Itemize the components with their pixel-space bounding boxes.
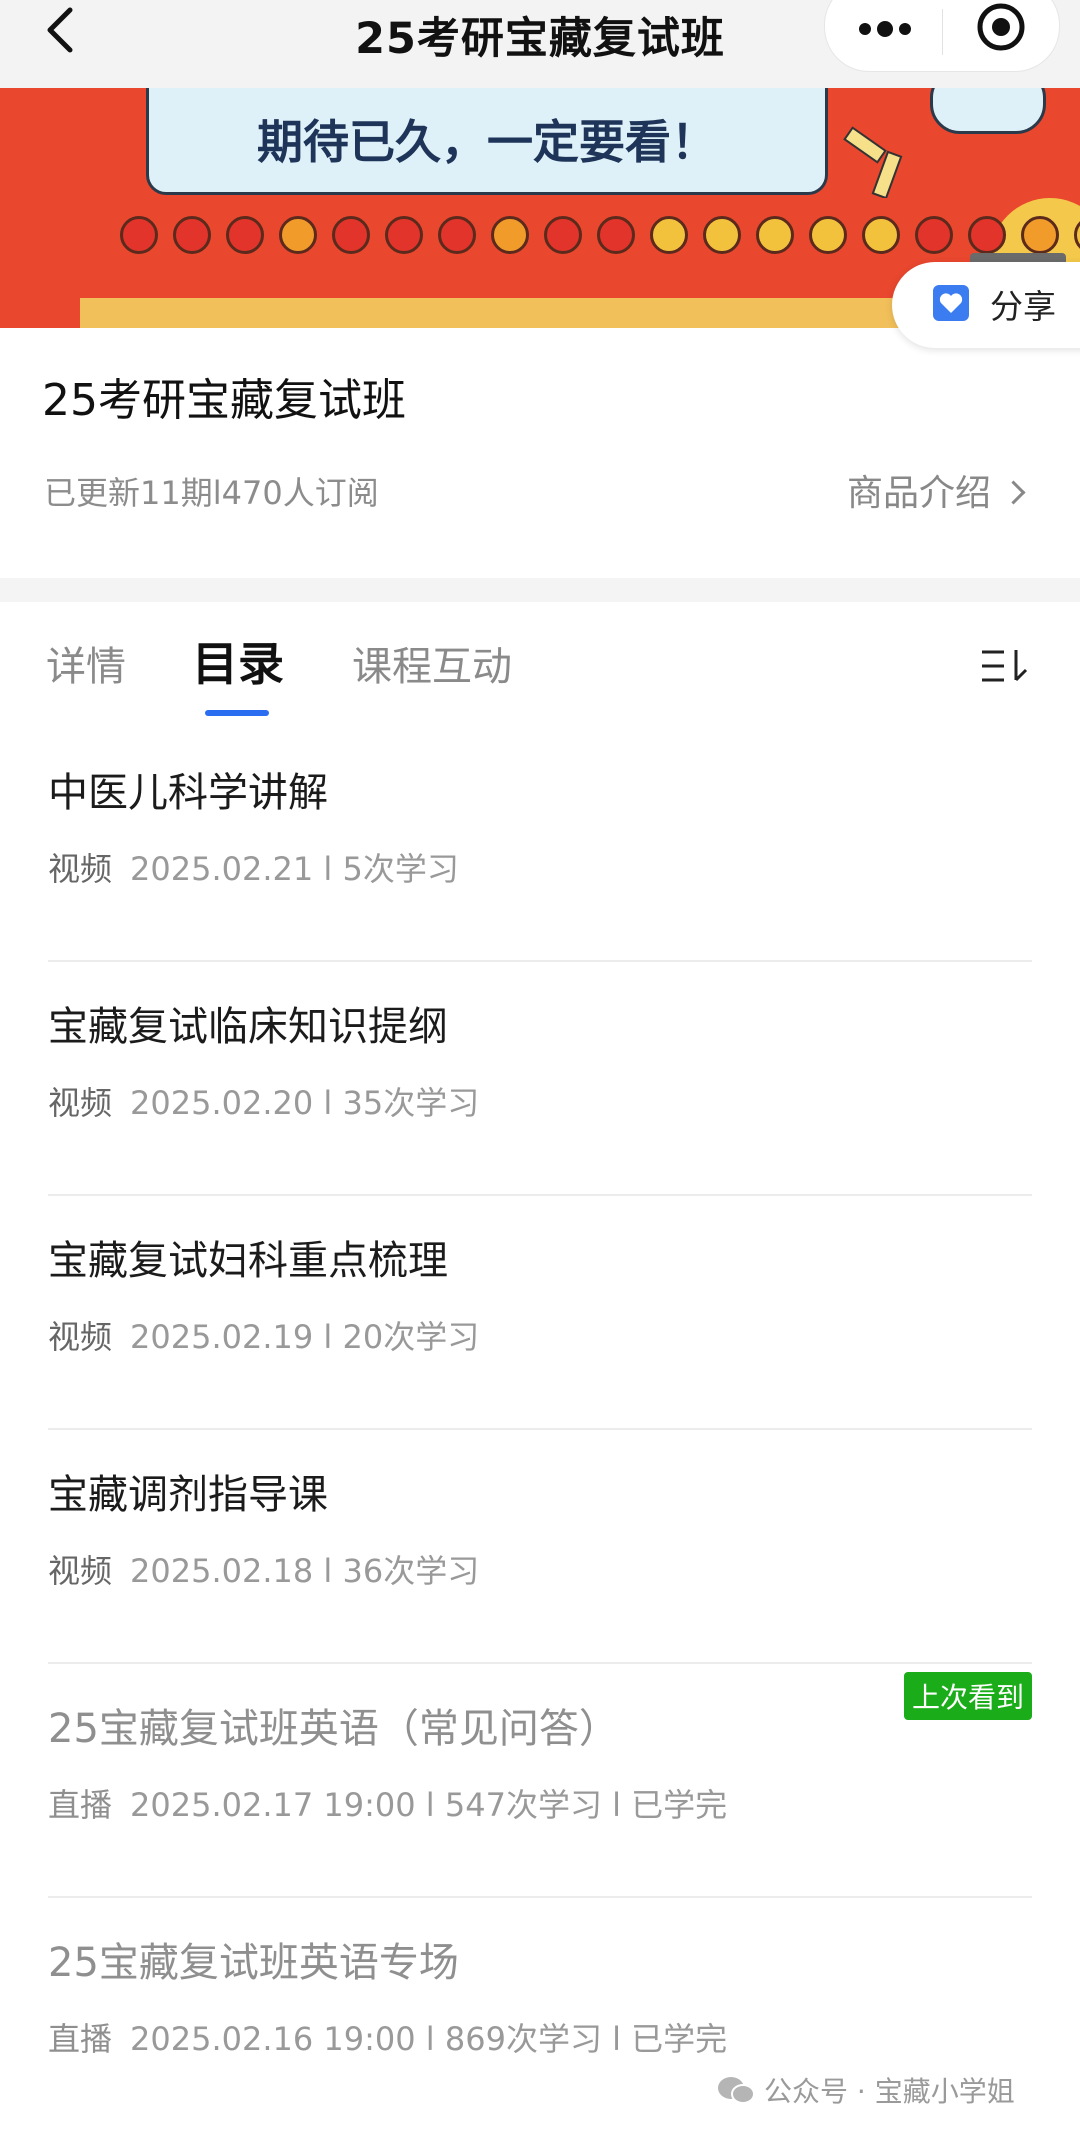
banner-dot: [226, 216, 264, 254]
banner-dot: [915, 216, 953, 254]
wechat-icon: [718, 2077, 755, 2104]
banner-dot: [491, 216, 529, 254]
banner-dot: [120, 216, 158, 254]
lesson-meta: 视频 2025.02.19 l 20次学习: [48, 1312, 479, 1358]
banner-dot: [173, 216, 211, 254]
lesson-title: 宝藏调剂指导课: [48, 1472, 328, 1518]
share-button[interactable]: 分享: [892, 262, 1080, 348]
lesson-item[interactable]: 中医儿科学讲解 视频 2025.02.21 l 5次学习: [48, 728, 1032, 962]
lesson-item[interactable]: 宝藏调剂指导课 视频 2025.02.18 l 36次学习: [48, 1430, 1032, 1664]
lesson-info: 2025.02.18 l 36次学习: [130, 1552, 480, 1590]
product-intro-label: 商品介绍: [846, 473, 991, 514]
watermark: 公众号 · 宝藏小学姐: [716, 2070, 1015, 2110]
banner-dot: [1021, 216, 1059, 254]
more-icon[interactable]: [855, 9, 915, 39]
share-heart-icon: [933, 285, 969, 321]
banner-headline: 期待已久，一定要看！: [257, 115, 717, 169]
sort-icon[interactable]: [980, 646, 1032, 686]
section-gap: [0, 578, 1080, 602]
tab-details[interactable]: 详情: [46, 634, 126, 692]
tab-course-interaction[interactable]: 课程互动: [352, 634, 512, 692]
banner-dot: [809, 216, 847, 254]
close-target-icon[interactable]: [975, 1, 1027, 53]
banner-dot: [650, 216, 688, 254]
lesson-meta: 视频 2025.02.21 l 5次学习: [48, 844, 459, 890]
lesson-type: 直播: [48, 2020, 113, 2058]
banner-speech-bubble: 期待已久，一定要看！: [146, 88, 828, 195]
capsule-divider: [942, 9, 943, 55]
lesson-meta: 直播 2025.02.16 19:00 l 869次学习 l 已学完: [48, 2014, 727, 2060]
lesson-title: 宝藏复试临床知识提纲: [48, 1004, 448, 1050]
top-nav-bar: 25考研宝藏复试班: [0, 0, 1080, 88]
tab-catalog[interactable]: 目录: [192, 628, 284, 694]
banner-dot: [756, 216, 794, 254]
banner-dot: [438, 216, 476, 254]
lesson-type: 视频: [48, 850, 113, 888]
lesson-type: 视频: [48, 1318, 113, 1356]
lesson-type: 直播: [48, 1786, 113, 1824]
cloud-decoration: [930, 88, 1046, 134]
lesson-info: 2025.02.20 l 35次学习: [130, 1084, 480, 1122]
mini-program-capsule: [824, 0, 1060, 72]
rays-decoration: [843, 126, 903, 198]
course-title: 25考研宝藏复试班: [42, 375, 406, 426]
course-meta: 已更新11期l470人订阅: [44, 474, 379, 512]
chevron-right-icon: [1001, 480, 1026, 505]
lesson-title: 宝藏复试妇科重点梳理: [48, 1238, 448, 1284]
lesson-info: 2025.02.17 19:00 l 547次学习 l 已学完: [130, 1786, 728, 1824]
lesson-meta: 视频 2025.02.18 l 36次学习: [48, 1546, 479, 1592]
lesson-title: 25宝藏复试班英语专场: [48, 1940, 459, 1986]
lesson-item[interactable]: 宝藏复试临床知识提纲 视频 2025.02.20 l 35次学习: [48, 962, 1032, 1196]
lesson-type: 视频: [48, 1084, 113, 1122]
banner-dot: [703, 216, 741, 254]
lesson-info: 2025.02.16 19:00 l 869次学习 l 已学完: [130, 2020, 728, 2058]
lesson-info: 2025.02.19 l 20次学习: [130, 1318, 480, 1356]
banner-dot: [544, 216, 582, 254]
lesson-title: 25宝藏复试班英语（常见问答）: [48, 1706, 619, 1752]
banner-dot: [385, 216, 423, 254]
lesson-type: 视频: [48, 1552, 113, 1590]
banner-strip: [80, 298, 1000, 328]
share-label: 分享: [990, 287, 1056, 326]
banner-dot: [968, 216, 1006, 254]
dot-row-decoration: [120, 216, 1080, 256]
banner-dot: [862, 216, 900, 254]
banner-dot: [597, 216, 635, 254]
banner-dot: [1074, 216, 1080, 254]
lesson-meta: 直播 2025.02.17 19:00 l 547次学习 l 已学完: [48, 1780, 727, 1826]
product-intro-link[interactable]: 商品介绍: [846, 464, 1026, 516]
watermark-text: 公众号 · 宝藏小学姐: [764, 2075, 1015, 2108]
lesson-meta: 视频 2025.02.20 l 35次学习: [48, 1078, 479, 1124]
lesson-title: 中医儿科学讲解: [48, 770, 328, 816]
last-viewed-badge: 上次看到: [903, 1672, 1032, 1720]
active-tab-indicator: [205, 710, 269, 716]
banner-dot: [279, 216, 317, 254]
lesson-item[interactable]: 上次看到 25宝藏复试班英语（常见问答） 直播 2025.02.17 19:00 …: [48, 1664, 1032, 1898]
lesson-item[interactable]: 宝藏复试妇科重点梳理 视频 2025.02.19 l 20次学习: [48, 1196, 1032, 1430]
lesson-info: 2025.02.21 l 5次学习: [130, 850, 459, 888]
banner-dot: [332, 216, 370, 254]
